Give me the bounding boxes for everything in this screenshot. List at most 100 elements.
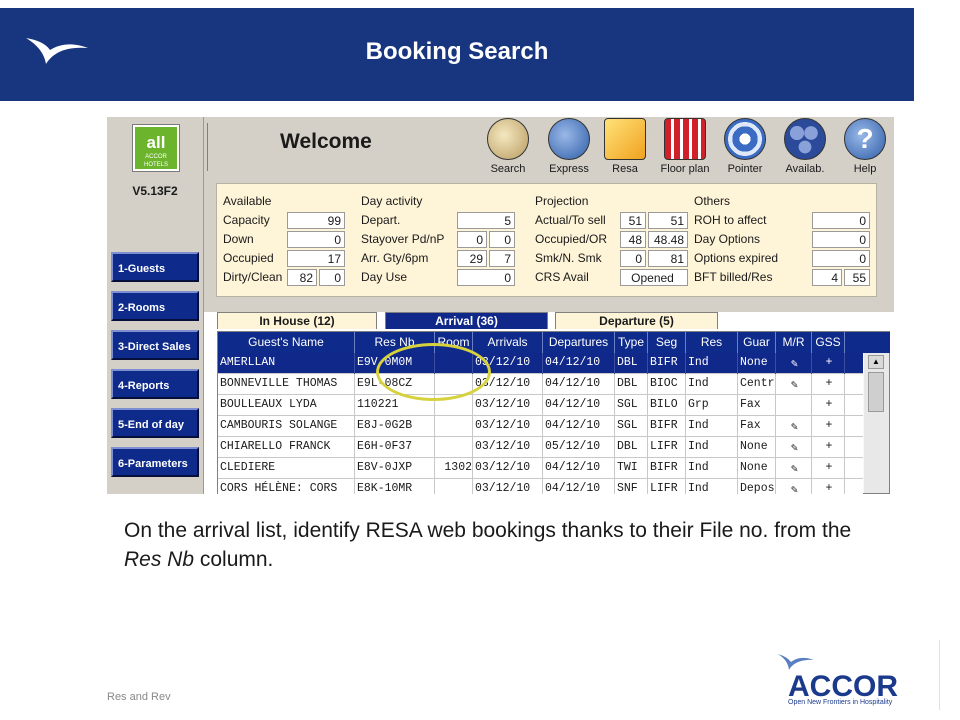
cell-mr: ✎ <box>776 437 812 458</box>
scroll-up-icon[interactable]: ▲ <box>868 355 884 369</box>
cell-mr: ✎ <box>776 374 812 395</box>
col-departures[interactable]: Departures <box>543 332 615 353</box>
cell-arrivals: 03/12/10 <box>473 395 543 416</box>
col-gss[interactable]: GSS <box>812 332 845 353</box>
table-row[interactable]: BONNEVILLE THOMAS E9L-08CZ 03/12/10 04/12/1… <box>218 374 863 395</box>
day-options-value: 0 <box>812 231 870 248</box>
search-icon[interactable] <box>487 118 529 160</box>
roh-label: ROH to affect <box>694 213 767 227</box>
left-panel: all ACCOR HOTELS V5.13F2 1-Guests 2-Room… <box>107 117 204 494</box>
toolbar-help-label[interactable]: Help <box>830 163 894 175</box>
cell-departures: 04/12/10 <box>543 458 615 479</box>
nav-guests-button[interactable]: 1-Guests <box>111 252 199 282</box>
tab-in-house[interactable]: In House (12) <box>217 312 377 329</box>
help-icon[interactable]: ? <box>844 118 886 160</box>
cell-guest-name: BONNEVILLE THOMAS <box>218 374 355 395</box>
nav-end-of-day-button[interactable]: 5-End of day <box>111 408 199 438</box>
cell-departures: 04/12/10 <box>543 479 615 494</box>
cell-seg: LIFR <box>648 437 686 458</box>
stayover-np-value: 0 <box>489 231 515 248</box>
accor-tagline: Open New Frontiers in Hospitality <box>788 699 893 706</box>
table-row[interactable]: CORS HÉLÈNE: CORS E8K-10MR 03/12/10 04/12/1… <box>218 479 863 494</box>
to-sell-value: 51 <box>648 212 688 229</box>
cell-gss: + <box>812 458 845 479</box>
depart-value: 5 <box>457 212 515 229</box>
capacity-value: 99 <box>287 212 345 229</box>
cell-departures: 04/12/10 <box>543 395 615 416</box>
toolbar-search-label[interactable]: Search <box>473 163 543 175</box>
occupied-or-label: Occupied/OR <box>535 232 608 246</box>
cell-type: TWI <box>615 458 648 479</box>
occupied-label: Occupied <box>223 251 274 265</box>
cell-guar: None <box>738 353 776 374</box>
express-icon[interactable] <box>548 118 590 160</box>
projection-title: Projection <box>535 194 589 208</box>
pointer-icon[interactable] <box>724 118 766 160</box>
scroll-thumb[interactable] <box>868 372 884 412</box>
cell-gss: + <box>812 395 845 416</box>
down-label: Down <box>223 232 254 246</box>
table-row[interactable]: BOULLEAUX LYDA 110221 03/12/10 04/12/10 SGL B… <box>218 395 863 416</box>
cell-res: Ind <box>686 374 738 395</box>
nav-direct-sales-button[interactable]: 3-Direct Sales <box>111 330 199 360</box>
cell-arrivals: 03/12/10 <box>473 416 543 437</box>
cell-gss: + <box>812 374 845 395</box>
tab-arrival[interactable]: Arrival (36) <box>385 312 548 329</box>
smk-value: 0 <box>620 250 646 267</box>
availability-icon[interactable] <box>784 118 826 160</box>
crs-avail-value: Opened <box>620 269 688 286</box>
cell-type: SGL <box>615 395 648 416</box>
bft-res-value: 55 <box>844 269 870 286</box>
floor-plan-icon[interactable] <box>664 118 706 160</box>
arrival-list-table: Guest's Name Res Nb Room Arrivals Depart… <box>217 331 890 494</box>
available-title: Available <box>223 194 272 208</box>
accor-logo: ACCOR Open New Frontiers in Hospitality <box>770 640 940 710</box>
cell-guar: Fax <box>738 395 776 416</box>
vertical-scrollbar[interactable]: ▲ <box>864 353 889 493</box>
cell-arrivals: 03/12/10 <box>473 479 543 494</box>
col-res[interactable]: Res <box>686 332 738 353</box>
nav-rooms-button[interactable]: 2-Rooms <box>111 291 199 321</box>
col-guar[interactable]: Guar <box>738 332 776 353</box>
cell-mr: ✎ <box>776 416 812 437</box>
logo-subtext: ACCOR HOTELS <box>143 154 168 168</box>
nav-reports-button[interactable]: 4-Reports <box>111 369 199 399</box>
table-row[interactable]: CHIARELLO FRANCK E6H-0F37 03/12/10 05/12/10… <box>218 437 863 458</box>
cell-guar: Fax <box>738 416 776 437</box>
depart-label: Depart. <box>361 213 401 227</box>
cell-type: SGL <box>615 416 648 437</box>
col-guest-name[interactable]: Guest's Name <box>218 332 355 353</box>
resa-icon[interactable] <box>604 118 646 160</box>
cell-res-nb: E8K-10MR <box>355 479 435 494</box>
cell-res-nb: E6H-0F37 <box>355 437 435 458</box>
day-activity-title: Day activity <box>361 194 423 208</box>
app-version: V5.13F2 <box>132 184 178 198</box>
table-row[interactable]: CLEDIERE E8V-0JXP 1302 03/12/10 04/12/10 TWI B… <box>218 458 863 479</box>
bft-billed-label: BFT billed/Res <box>694 270 773 284</box>
smk-label: Smk/N. Smk <box>535 251 602 265</box>
cell-departures: 05/12/10 <box>543 437 615 458</box>
cell-res-nb: E8V-0JXP <box>355 458 435 479</box>
cell-mr: ✎ <box>776 353 812 374</box>
day-use-label: Day Use <box>361 270 408 284</box>
activity-info-panel: Available Capacity 99 Down 0 Occupied 17… <box>204 176 894 312</box>
stayover-label: Stayover Pd/nP <box>361 232 445 246</box>
col-arrivals[interactable]: Arrivals <box>473 332 543 353</box>
cell-res: Ind <box>686 353 738 374</box>
cell-res: Ind <box>686 458 738 479</box>
clean-value: 0 <box>319 269 345 286</box>
fidelio-screenshot: all ACCOR HOTELS V5.13F2 1-Guests 2-Room… <box>107 117 894 494</box>
cell-guar: None <box>738 458 776 479</box>
cell-seg: BIOC <box>648 374 686 395</box>
nav-parameters-button[interactable]: 6-Parameters <box>111 447 199 477</box>
table-row[interactable]: AMERLLAN E9V-0M0M 03/12/10 04/12/10 DBL BIFR I… <box>218 353 863 374</box>
col-mr[interactable]: M/R <box>776 332 812 353</box>
col-seg[interactable]: Seg <box>648 332 686 353</box>
occupied-value: 17 <box>287 250 345 267</box>
cell-guest-name: CLEDIERE <box>218 458 355 479</box>
tab-departure[interactable]: Departure (5) <box>555 312 718 329</box>
day-options-label: Day Options <box>694 232 761 246</box>
col-type[interactable]: Type <box>615 332 648 353</box>
table-row[interactable]: CAMBOURIS SOLANGE E8J-0G2B 03/12/10 04/12/1… <box>218 416 863 437</box>
cell-room <box>435 416 473 437</box>
